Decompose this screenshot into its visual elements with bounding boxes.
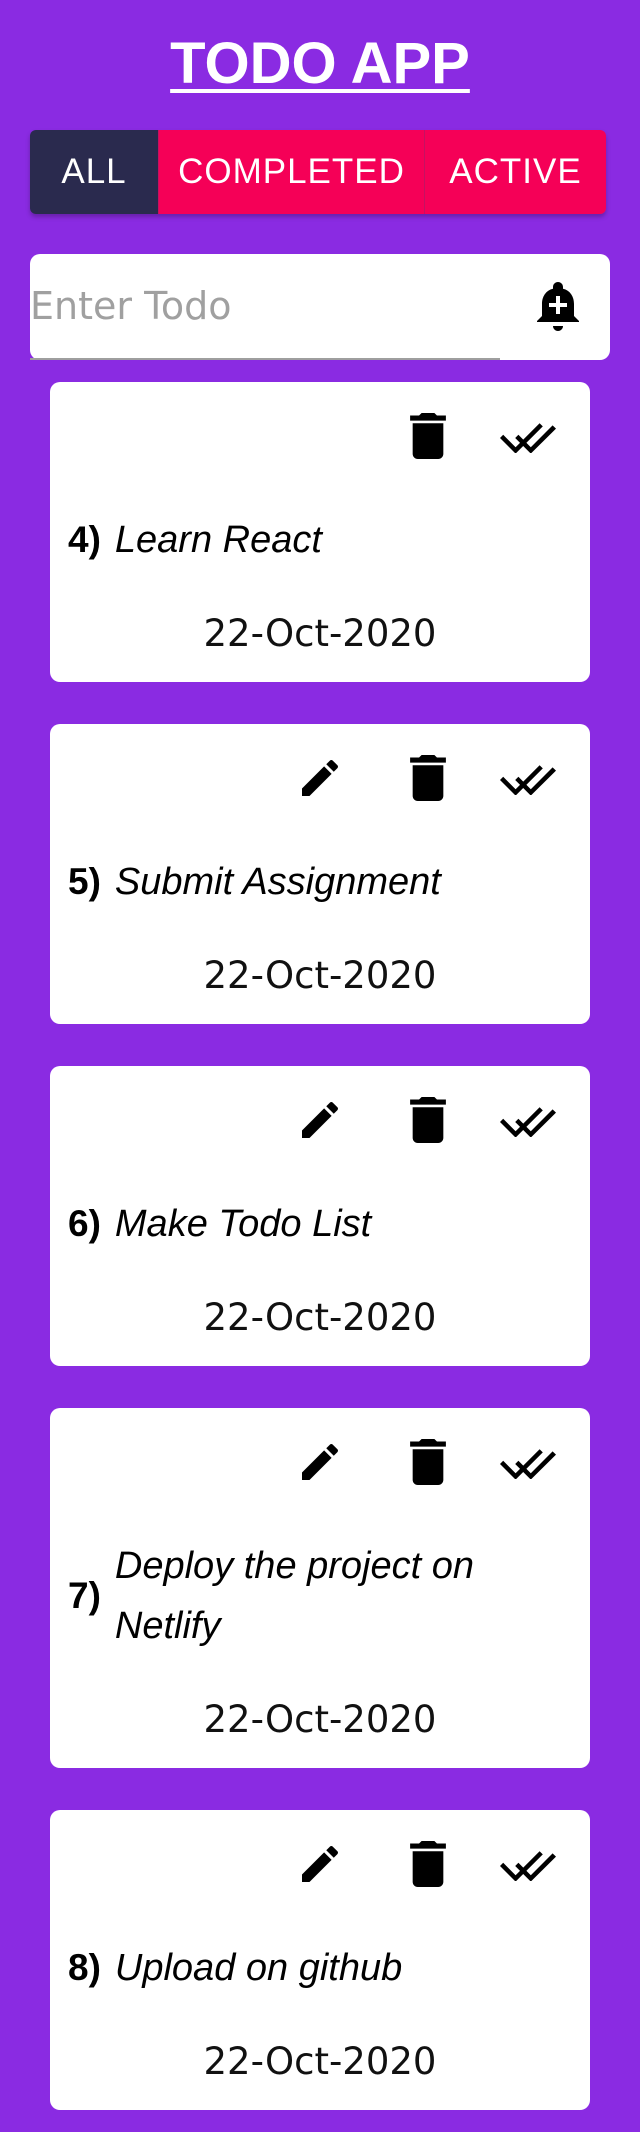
filter-completed-button[interactable]: COMPLETED: [158, 130, 424, 214]
filter-button-group: ALL COMPLETED ACTIVE: [30, 130, 606, 214]
double-check-icon: [500, 1445, 556, 1484]
todo-date: 22-Oct-2020: [203, 2040, 437, 2083]
delete-button[interactable]: [398, 1836, 458, 1896]
trash-icon: [410, 754, 446, 806]
complete-button[interactable]: [498, 750, 558, 810]
double-check-icon: [500, 1847, 556, 1886]
todo-input[interactable]: [30, 254, 500, 360]
complete-button[interactable]: [498, 408, 558, 468]
todo-line: 6) Make Todo List: [68, 1194, 568, 1254]
todo-text: Submit Assignment: [114, 861, 441, 903]
todo-number: 8): [68, 1947, 101, 1988]
complete-button[interactable]: [498, 1836, 558, 1896]
delete-button[interactable]: [398, 750, 458, 810]
complete-button[interactable]: [498, 1092, 558, 1152]
app-title: TODO APP: [170, 31, 470, 96]
todo-card: 6) Make Todo List 22-Oct-2020: [50, 1066, 590, 1366]
todo-line: 4) Learn React: [68, 510, 568, 570]
edit-button[interactable]: [290, 1434, 350, 1494]
todo-card: 5) Submit Assignment 22-Oct-2020: [50, 724, 590, 1024]
todo-date: 22-Oct-2020: [203, 1296, 437, 1339]
edit-button[interactable]: [290, 1092, 350, 1152]
filter-all-button[interactable]: ALL: [30, 130, 158, 214]
todo-number: 7): [68, 1575, 101, 1616]
todo-input-card: [30, 254, 610, 360]
delete-button[interactable]: [398, 1092, 458, 1152]
todo-card: 7) Deploy the project on Netlify 22-Oct-…: [50, 1408, 590, 1768]
todo-number: 4): [68, 519, 101, 560]
pencil-icon: [296, 1438, 344, 1491]
todo-text: Learn React: [114, 519, 322, 561]
todo-line: 8) Upload on github: [68, 1938, 568, 1998]
todo-date: 22-Oct-2020: [203, 954, 437, 997]
add-todo-button[interactable]: [530, 280, 586, 336]
todo-date: 22-Oct-2020: [203, 612, 437, 655]
trash-icon: [410, 1840, 446, 1892]
trash-icon: [410, 412, 446, 464]
trash-icon: [410, 1096, 446, 1148]
edit-button[interactable]: [290, 1836, 350, 1896]
delete-button[interactable]: [398, 1434, 458, 1494]
add-alert-bell-icon: [534, 280, 582, 337]
pencil-icon: [296, 1840, 344, 1893]
todo-card: 8) Upload on github 22-Oct-2020: [50, 1810, 590, 2110]
double-check-icon: [500, 419, 556, 458]
todo-line: 5) Submit Assignment: [68, 852, 568, 912]
todo-number: 6): [68, 1203, 101, 1244]
todo-text: Upload on github: [114, 1947, 403, 1989]
pencil-icon: [296, 754, 344, 807]
double-check-icon: [500, 761, 556, 800]
trash-icon: [410, 1438, 446, 1490]
todo-number: 5): [68, 861, 101, 902]
todo-date: 22-Oct-2020: [203, 1698, 437, 1741]
todo-line: 7) Deploy the project on Netlify: [68, 1536, 538, 1656]
todo-card: 4) Learn React 22-Oct-2020: [50, 382, 590, 682]
todo-text: Deploy the project on Netlify: [114, 1545, 475, 1647]
todo-text: Make Todo List: [114, 1203, 372, 1245]
edit-button[interactable]: [290, 750, 350, 810]
filter-active-button[interactable]: ACTIVE: [424, 130, 606, 214]
pencil-icon: [296, 1096, 344, 1149]
complete-button[interactable]: [498, 1434, 558, 1494]
delete-button[interactable]: [398, 408, 458, 468]
double-check-icon: [500, 1103, 556, 1142]
